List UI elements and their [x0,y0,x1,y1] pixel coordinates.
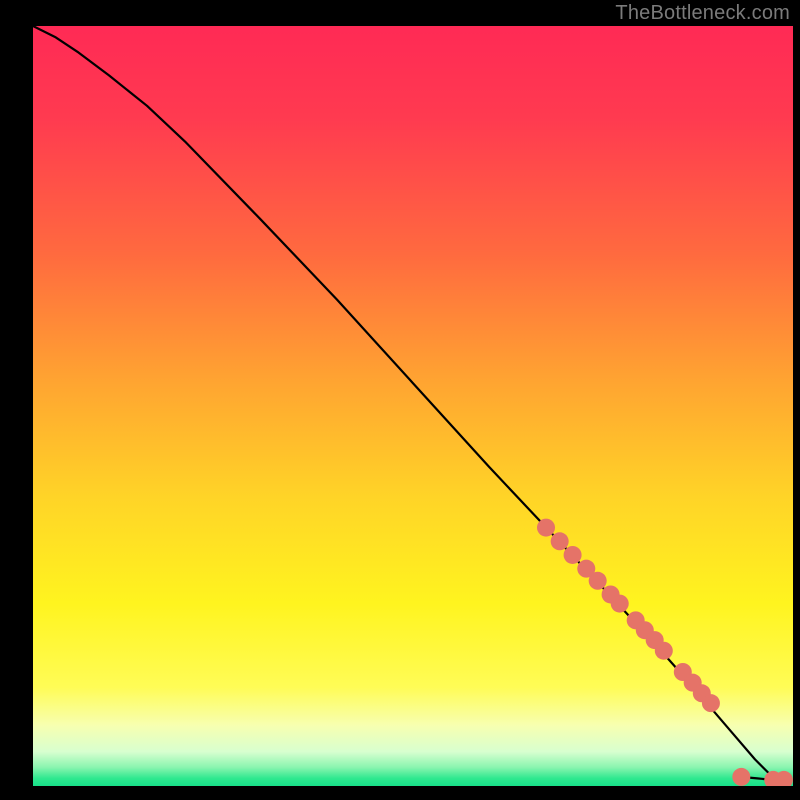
attribution-label: TheBottleneck.com [615,2,790,25]
data-point [655,642,673,660]
plot-area [33,26,793,786]
data-point [702,694,720,712]
data-point [537,519,555,537]
data-point [564,546,582,564]
data-point [732,768,750,786]
data-point [611,595,629,613]
data-point [589,572,607,590]
chart-svg [33,26,793,786]
data-point [551,532,569,550]
chart-stage: TheBottleneck.com [0,0,800,800]
